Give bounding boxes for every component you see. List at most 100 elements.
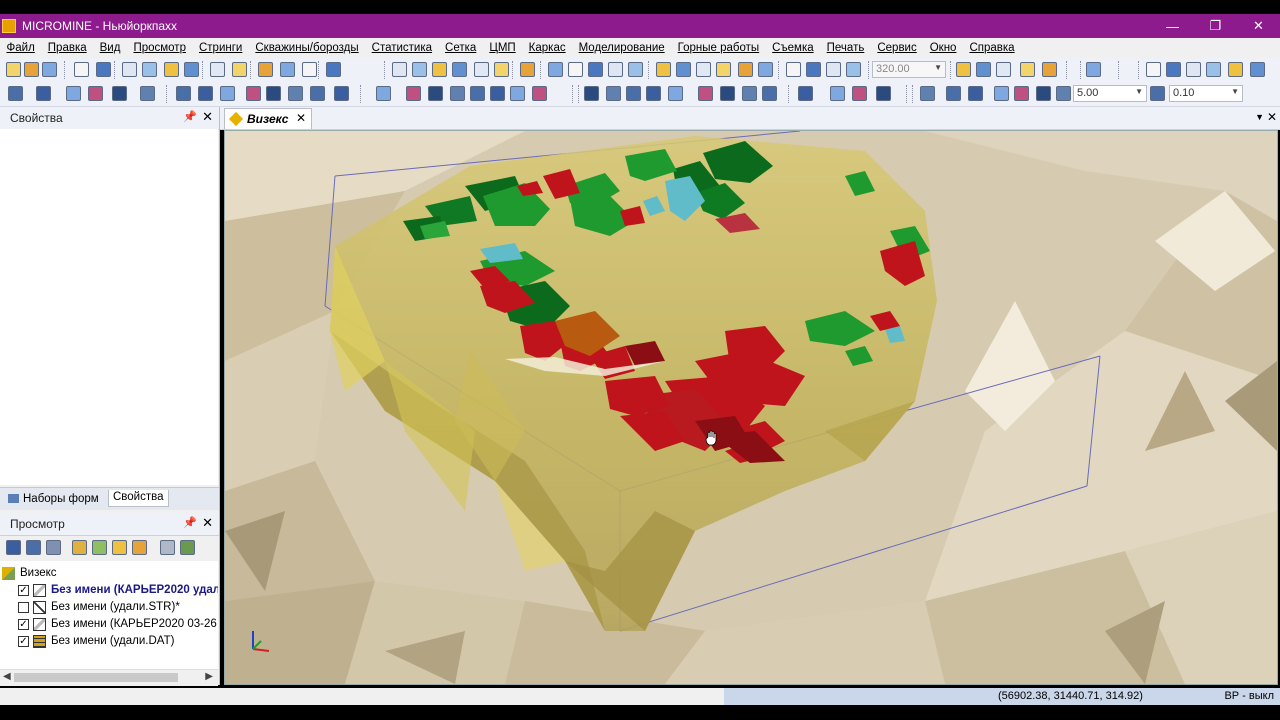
toolbar-button-icon[interactable] [626,86,641,101]
toolbar-button-icon[interactable] [176,86,191,101]
toolbar-button-icon[interactable] [956,62,971,77]
toolbar-button-icon[interactable] [532,86,547,101]
toolbar-button-icon[interactable] [646,86,661,101]
layer-visibility-checkbox[interactable] [18,601,29,613]
toolbar-button-icon[interactable] [1014,86,1029,101]
toolbar-button-icon[interactable] [280,62,295,77]
toolbar-button-icon[interactable] [42,62,57,77]
toolbar-button-icon[interactable] [140,86,155,101]
toolbar-button-icon[interactable] [142,62,157,77]
toolbar-button-icon[interactable] [74,62,89,77]
close-button[interactable]: ✕ [1237,14,1280,38]
toolbar-button-icon[interactable] [668,86,683,101]
tree-layer-item[interactable]: ✓ Без имени (КАРЬЕР2020 03-26 с г [18,616,218,632]
precision-combo[interactable]: 0.10 ▼ [1169,85,1243,102]
toolbar-button-icon[interactable] [392,62,407,77]
view-toolbar-button-icon[interactable] [180,540,195,555]
toolbar-button-icon[interactable] [830,86,845,101]
view-toolbar-button-icon[interactable] [26,540,41,555]
view-toolbar-button-icon[interactable] [160,540,175,555]
menu-item-14[interactable]: Сервис [871,42,923,54]
toolbar-button-icon[interactable] [88,86,103,101]
toolbar-button-icon[interactable] [258,62,273,77]
toolbar-button-icon[interactable] [798,86,813,101]
viewport-close-button[interactable]: ✕ [1267,110,1277,124]
toolbar-button-icon[interactable] [1206,62,1221,77]
toolbar-button-icon[interactable] [976,62,991,77]
scroll-left-icon[interactable]: ◀ [3,671,11,682]
toolbar-button-icon[interactable] [584,86,599,101]
toolbar-button-icon[interactable] [8,86,23,101]
menu-item-2[interactable]: Вид [93,42,127,54]
properties-panel-close-button[interactable]: ✕ [202,109,213,125]
toolbar-button-icon[interactable] [24,62,39,77]
toolbar-button-icon[interactable] [376,86,391,101]
toolbar-button-icon[interactable] [310,86,325,101]
toolbar-button-icon[interactable] [288,86,303,101]
toolbar-button-icon[interactable] [36,86,51,101]
toolbar-button-icon[interactable] [122,62,137,77]
toolbar-button-icon[interactable] [452,62,467,77]
view-panel-close-button[interactable]: ✕ [202,515,213,531]
menu-item-13[interactable]: Печать [820,42,871,54]
toolbar-button-icon[interactable] [232,62,247,77]
toolbar-button-icon[interactable] [490,86,505,101]
menu-item-9[interactable]: Каркас [522,42,572,54]
toolbar-button-icon[interactable] [1056,86,1071,101]
toolbar-button-icon[interactable] [266,86,281,101]
menu-item-5[interactable]: Скважины/борозды [249,42,365,54]
pin-icon[interactable]: 📌 [183,110,197,123]
tab-properties[interactable]: Свойства [108,490,169,507]
tab-form-sets[interactable]: Наборы форм [4,490,103,507]
tab-vizex[interactable]: Визекс ✕ [224,108,312,129]
scrollbar-thumb[interactable] [14,673,178,682]
toolbar-button-icon[interactable] [742,86,757,101]
toolbar-button-icon[interactable] [412,62,427,77]
menu-item-16[interactable]: Справка [963,42,1021,54]
toolbar-button-icon[interactable] [164,62,179,77]
menu-item-11[interactable]: Горные работы [671,42,766,54]
view-toolbar-button-icon[interactable] [112,540,127,555]
toolbar-button-icon[interactable] [696,62,711,77]
minimize-button[interactable]: — [1151,14,1194,38]
toolbar-button-icon[interactable] [994,86,1009,101]
toolbar-button-icon[interactable] [406,86,421,101]
toolbar-button-icon[interactable] [474,62,489,77]
tree-root[interactable]: Визекс [2,565,57,581]
menu-item-6[interactable]: Статистика [365,42,438,54]
toolbar-button-icon[interactable] [720,86,735,101]
toolbar-button-icon[interactable] [698,86,713,101]
toolbar-button-icon[interactable] [184,62,199,77]
toolbar-button-icon[interactable] [548,62,563,77]
toolbar-button-icon[interactable] [846,62,861,77]
menu-item-7[interactable]: Сетка [439,42,483,54]
toolbar-button-icon[interactable] [656,62,671,77]
toolbar-button-icon[interactable] [1166,62,1181,77]
toolbar-button-icon[interactable] [628,62,643,77]
toolbar-button-icon[interactable] [334,86,349,101]
layer-visibility-checkbox[interactable]: ✓ [18,618,29,630]
toolbar-button-icon[interactable] [112,86,127,101]
toolbar-button-icon[interactable] [220,86,235,101]
menu-item-10[interactable]: Моделирование [572,42,671,54]
toolbar-button-icon[interactable] [6,62,21,77]
menu-item-12[interactable]: Съемка [766,42,820,54]
toolbar-button-icon[interactable] [996,62,1011,77]
toolbar-button-icon[interactable] [876,86,891,101]
toolbar-button-icon[interactable] [588,62,603,77]
micromine-app-icon[interactable] [2,19,16,33]
toolbar-button-icon[interactable] [826,62,841,77]
toolbar-button-icon[interactable] [510,86,525,101]
menu-item-15[interactable]: Окно [923,42,963,54]
toolbar-button-icon[interactable] [920,86,935,101]
toolbar-button-icon[interactable] [606,86,621,101]
toolbar-button-icon[interactable] [1250,62,1265,77]
restore-button[interactable]: ❐ [1194,14,1237,38]
toolbar-button-icon[interactable] [608,62,623,77]
zoom-combo[interactable]: 320.00 ▼ [872,61,946,78]
toolbar-button-icon[interactable] [852,86,867,101]
menu-item-1[interactable]: Правка [41,42,93,54]
tree-layer-item[interactable]: ✓ Без имени (КАРЬЕР2020 удали [18,582,218,598]
toolbar-button-icon[interactable] [1086,62,1101,77]
toolbar-button-icon[interactable] [968,86,983,101]
